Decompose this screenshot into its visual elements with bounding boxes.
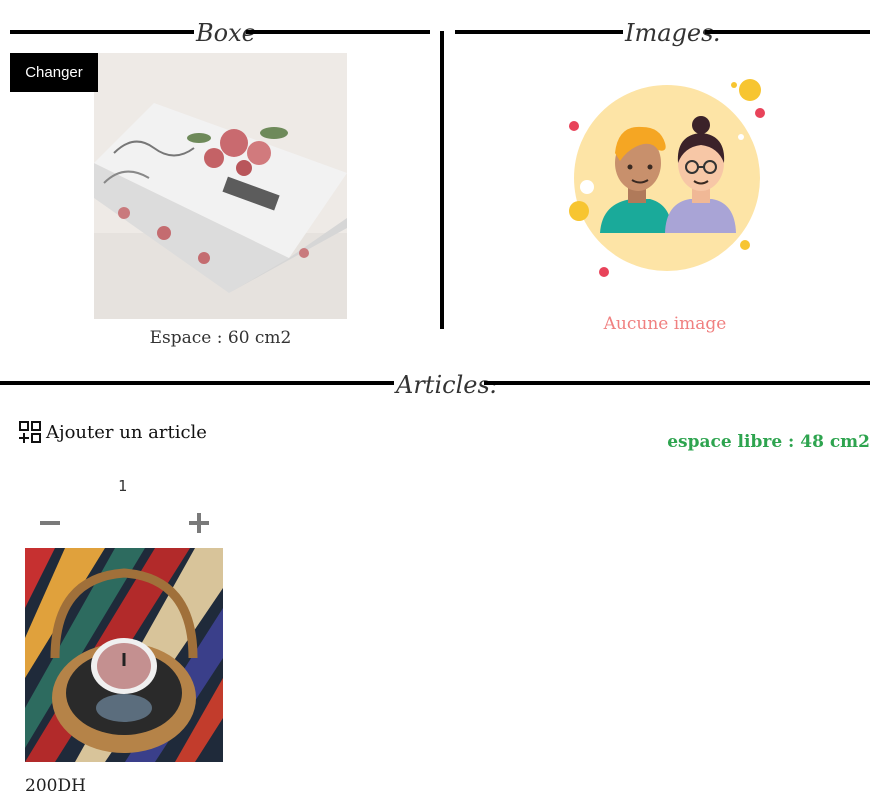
box-space-label: Espace : 60 cm2 <box>149 328 292 348</box>
add-grid-icon <box>18 420 42 444</box>
article-photo <box>25 548 223 762</box>
article-price: 200DH <box>25 776 86 796</box>
articles-title-line-left <box>0 381 397 385</box>
add-article-button[interactable]: Ajouter un article <box>18 420 207 444</box>
change-box-button[interactable]: Changer <box>10 53 98 92</box>
boxe-title-line-left <box>10 30 195 34</box>
minus-icon <box>40 521 60 525</box>
images-title-line-right <box>705 30 870 34</box>
article-quantity: 1 <box>118 477 128 495</box>
section-divider <box>440 31 444 329</box>
boxe-title-line-right <box>246 30 430 34</box>
box-photo <box>94 53 347 319</box>
add-article-label: Ajouter un article <box>46 421 207 443</box>
no-image-label: Aucune image <box>603 314 727 334</box>
articles-title-line-right <box>484 381 870 385</box>
articles-title: Articles: <box>394 370 500 400</box>
increase-quantity-button[interactable] <box>184 508 214 538</box>
images-title-line-left <box>455 30 625 34</box>
decrease-quantity-button[interactable] <box>35 508 65 538</box>
plus-icon <box>189 513 209 533</box>
free-space-label: espace libre : 48 cm2 <box>667 432 870 452</box>
empty-images-illustration <box>560 75 770 285</box>
